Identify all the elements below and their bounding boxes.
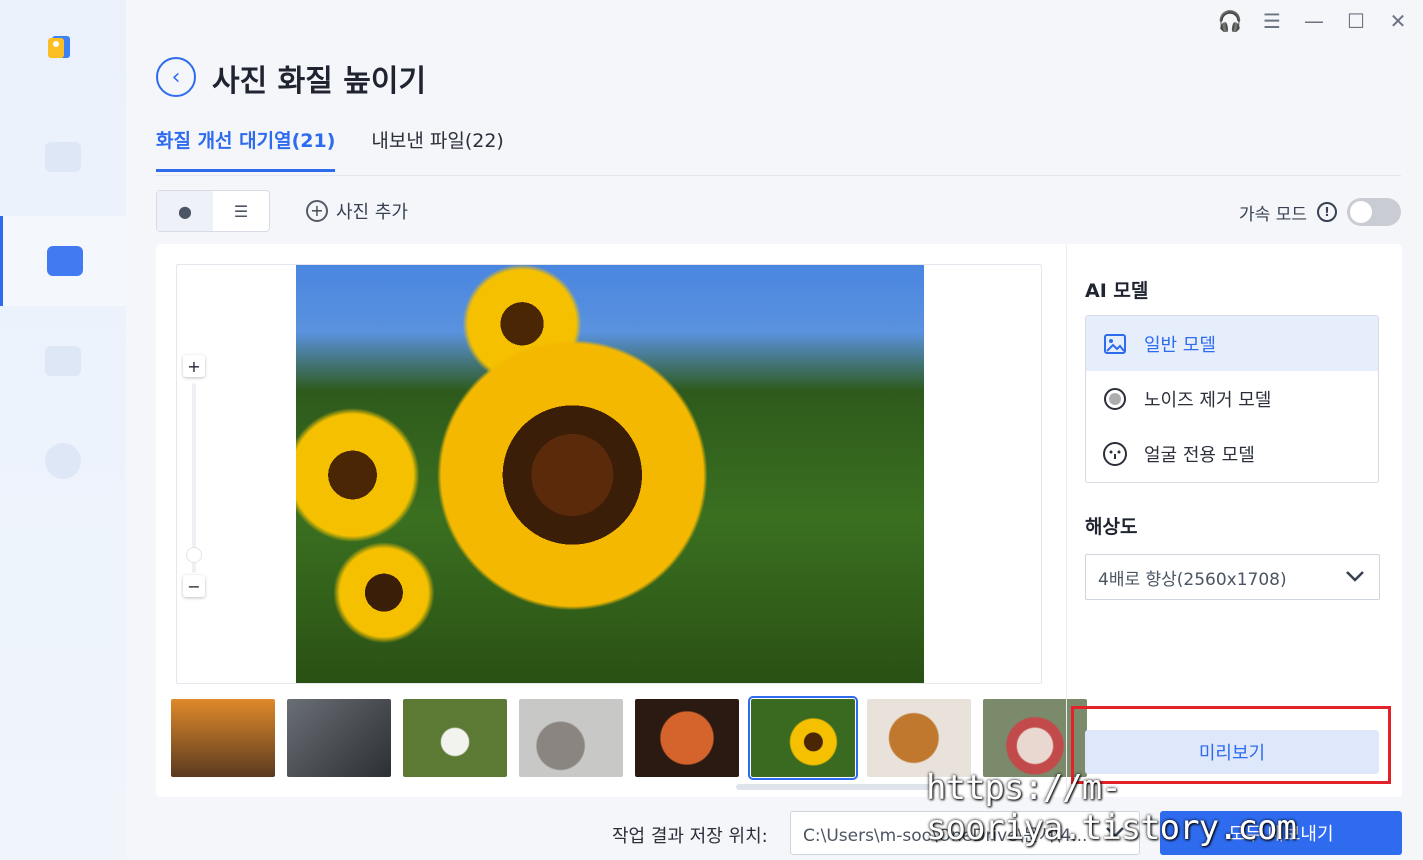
model-label: 노이즈 제거 모델 [1144,389,1272,411]
thumbnail[interactable] [171,699,275,777]
tab-enhance-queue[interactable]: 화질 개선 대기열(21) [156,126,336,172]
thumbnail-strip [171,696,1087,780]
zoom-slider-handle[interactable] [186,547,202,563]
thumbnail[interactable] [867,699,971,777]
page-title: 사진 화질 높이기 [212,64,427,99]
menu-icon[interactable]: ☰ [1261,8,1283,34]
resolution-select[interactable]: 4배로 향상(2560x1708) [1085,554,1380,600]
minimize-icon[interactable]: — [1303,8,1325,34]
model-option-denoise[interactable]: 노이즈 제거 모델 [1086,371,1378,426]
image-preview: + − ︶ [176,264,1042,684]
settings-panel: AI 모델 일반 모델 노이즈 제거 모델 얼굴 전용 모델 해상도 4배로 향… [1066,244,1402,797]
sidebar-item-audio[interactable] [0,416,126,506]
app-logo-icon [46,32,74,62]
thumbnail[interactable] [635,699,739,777]
accel-mode: 가속 모드 ! [1239,198,1401,226]
sidebar-item-document[interactable] [0,316,126,406]
headset-icon[interactable]: 🎧 [1218,8,1243,34]
main-panel: + − ︶ AI 모델 일반 모델 [156,244,1402,797]
model-label: 일반 모델 [1144,334,1216,356]
noise-icon [1102,386,1128,412]
sidebar-item-video[interactable] [0,112,126,202]
chevron-down-icon [1105,823,1125,843]
save-location-label: 작업 결과 저장 위치: [612,826,768,847]
tab-exported-files[interactable]: 내보낸 파일(22) [371,126,503,172]
window-controls: 🎧 ☰ — ☐ ✕ [1218,8,1409,34]
tab-bar: 화질 개선 대기열(21) 내보낸 파일(22) [156,126,504,172]
model-option-face[interactable]: 얼굴 전용 모델 [1086,426,1378,481]
thumbnail[interactable] [748,696,858,780]
thumbnail[interactable] [403,699,507,777]
model-option-general[interactable]: 일반 모델 [1086,316,1378,371]
back-arrow-icon: ‹ [171,64,181,90]
sunflower-photo [296,265,924,683]
save-path-select[interactable]: C:\Users\m-soo\OneDrive\문서\4... [790,811,1140,855]
image-icon [1102,331,1128,357]
resolution-title: 해상도 [1085,516,1138,538]
model-label: 얼굴 전용 모델 [1144,444,1255,466]
preview-view-button[interactable]: ● [157,191,213,231]
preview-button[interactable]: 미리보기 [1085,730,1379,774]
accel-mode-label: 가속 모드 [1239,204,1307,225]
eye-icon: ● [178,201,192,221]
face-icon [1102,441,1128,467]
zoom-out-button[interactable]: − [183,575,205,597]
photo-icon [46,246,83,276]
video-icon [45,142,81,172]
list-view-button[interactable]: ☰ [213,191,269,231]
music-icon [45,443,81,479]
add-photo-label: 사진 추가 [336,202,408,223]
ai-model-title: AI 모델 [1085,280,1149,302]
document-icon [45,346,81,376]
info-icon[interactable]: ! [1317,202,1337,222]
tab-divider [156,175,1401,176]
back-button[interactable]: ‹ [156,57,196,97]
resolution-value: 4배로 향상(2560x1708) [1098,569,1287,590]
add-photo-button[interactable]: + 사진 추가 [306,198,408,224]
chevron-down-icon [1345,567,1365,587]
accel-mode-toggle[interactable] [1347,198,1401,226]
save-path-value: C:\Users\m-soo\OneDrive\문서\4... [803,825,1088,846]
sidebar [0,0,126,860]
maximize-icon[interactable]: ☐ [1345,8,1367,34]
export-all-button[interactable]: 모두 내보내기 [1160,811,1402,855]
list-icon: ☰ [233,201,249,221]
plus-circle-icon: + [306,200,328,222]
zoom-in-button[interactable]: + [183,355,205,377]
thumbnail[interactable] [287,699,391,777]
thumbnail-scrollbar[interactable] [736,784,936,790]
close-icon[interactable]: ✕ [1387,8,1409,34]
zoom-slider-track[interactable] [192,383,196,573]
view-toggle: ● ☰ [156,190,270,232]
ai-model-list: 일반 모델 노이즈 제거 모델 얼굴 전용 모델 [1085,315,1379,483]
sidebar-item-photo[interactable] [0,216,126,306]
thumbnail[interactable] [519,699,623,777]
